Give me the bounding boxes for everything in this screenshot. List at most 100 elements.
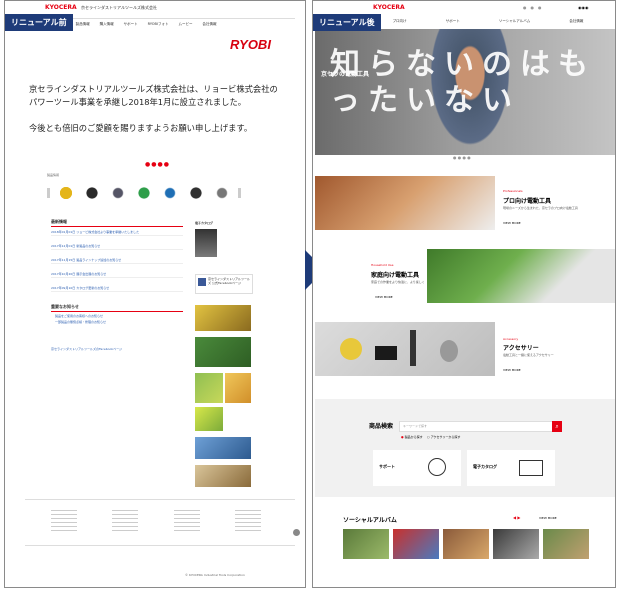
home-desc: 家庭での作業をより快適に、より楽しく: [371, 280, 425, 284]
news-item[interactable]: 2018年01月01日 リョービ株式会社より事業を承継いたしました: [51, 229, 183, 236]
radio-products[interactable]: ● 製品から探す: [401, 435, 423, 439]
product-image[interactable]: [134, 182, 154, 204]
facebook-icon: [198, 278, 206, 286]
before-company-name: 京セラインダストリアルツールズ株式会社: [81, 5, 157, 10]
news-title: 最新情報: [51, 219, 67, 224]
nav-item[interactable]: 会社情報: [569, 19, 583, 25]
nav-item[interactable]: サポート: [446, 19, 460, 25]
search-input[interactable]: キーワードで探す: [399, 421, 554, 432]
accessory-image[interactable]: [315, 322, 495, 376]
catalog-title: 電子カタログ: [473, 464, 497, 469]
banner-image[interactable]: [195, 337, 251, 367]
banner-image[interactable]: [195, 407, 223, 431]
before-ryobi-logo-area: RYOBI: [230, 34, 290, 52]
news-item[interactable]: 2017年10月20日 展示会出展のお知らせ: [51, 271, 183, 278]
nav-item[interactable]: ソーシャルアルバム: [499, 19, 530, 25]
product-image[interactable]: [212, 182, 232, 204]
catalog-card[interactable]: 電子カタログ: [467, 450, 555, 486]
banner-image[interactable]: [195, 465, 251, 487]
social-view-more[interactable]: VIEW MORE: [539, 516, 557, 520]
nav-item[interactable]: 製品情報: [76, 22, 90, 28]
radio-accessories[interactable]: ○ アクセサリーから探す: [427, 435, 460, 439]
before-kyocera-logo[interactable]: KYOCERA: [45, 4, 77, 11]
after-nav: プロ向け サポート ソーシャルアルバム 会社情報: [373, 19, 603, 25]
banner-image[interactable]: [225, 373, 251, 403]
support-card[interactable]: サポート: [373, 450, 461, 486]
pro-title: プロ向け電動工具: [503, 198, 552, 205]
support-icon: [428, 458, 446, 476]
before-section-label: 製品情報: [47, 173, 60, 177]
album-photo[interactable]: [393, 529, 439, 559]
facebook-link[interactable]: 京セラインダストリアルツールズのFacebookページ: [51, 347, 122, 351]
album-photo[interactable]: [493, 529, 539, 559]
nav-item[interactable]: プロ向け: [393, 19, 407, 25]
album-photo[interactable]: [443, 529, 489, 559]
after-tag: リニューアル後: [313, 14, 381, 31]
search-icon[interactable]: ⌕: [552, 421, 562, 432]
social-album-row: [343, 529, 613, 571]
hero-dots[interactable]: ● ● ● ●: [453, 155, 471, 160]
nav-item[interactable]: 購入情報: [100, 22, 114, 28]
accessory-view-more[interactable]: VIEW MORE: [503, 368, 521, 372]
news-item[interactable]: 2017年12月01日 新製品のお知らせ: [51, 243, 183, 250]
before-main-text2: 今後とも倍旧のご愛顧を賜りますようお願い申し上げます。: [29, 123, 253, 133]
accessory-desc: 電動工具と一緒に使えるアクセサリー: [503, 353, 554, 357]
product-image[interactable]: [56, 182, 76, 204]
hero-title: 京セラの電動工具: [321, 71, 370, 78]
pro-desc: 現場のニーズから生まれた、京セラのプロ向け電動工具: [503, 206, 578, 210]
after-kyocera-logo[interactable]: KYOCERA: [373, 4, 405, 11]
next-arrow-icon[interactable]: [238, 188, 241, 198]
news-item[interactable]: 2017年11月15日 製品ラインナップ追加のお知らせ: [51, 257, 183, 264]
before-footer-links: [51, 507, 261, 537]
catalog-image[interactable]: [195, 229, 217, 257]
nav-item[interactable]: RYOBIフォト: [148, 22, 169, 28]
banner-image[interactable]: [195, 305, 251, 331]
social-arrows[interactable]: ◀ ▶: [513, 515, 520, 520]
page-top-button[interactable]: [293, 529, 300, 536]
before-header: KYOCERA 京セラインダストリアルツールズ株式会社: [45, 4, 305, 14]
header-icons[interactable]: ● ● ●: [523, 5, 541, 11]
pro-image[interactable]: [315, 176, 495, 230]
home-image[interactable]: [427, 249, 615, 303]
album-photo[interactable]: [343, 529, 389, 559]
nav-item[interactable]: 会社情報: [202, 22, 216, 28]
before-tag: リニューアル前: [5, 14, 73, 31]
search-title: 商品検索: [369, 423, 394, 430]
product-image[interactable]: [82, 182, 102, 204]
prev-arrow-icon[interactable]: [47, 188, 50, 198]
before-copyright: © KYOCERA Industrial Tools Corporation: [185, 573, 245, 577]
hero-banner[interactable]: 知らないのはもったいない 京セラの電動工具: [315, 29, 615, 155]
home-title: 家庭向け電動工具: [371, 272, 420, 279]
album-photo[interactable]: [543, 529, 589, 559]
before-product-row: [47, 179, 262, 207]
pro-label: Professionals: [503, 189, 523, 193]
important-list: 製品をご使用のお客様へのお知らせ 一部製品の無償点検・修理のお知らせ: [55, 313, 183, 325]
catalog-icon: [519, 460, 543, 476]
after-header: KYOCERA ● ● ● ◉◉◉: [373, 4, 613, 14]
social-title: ソーシャルアルバム: [343, 517, 397, 524]
banner-image[interactable]: [195, 373, 223, 403]
fb-banner-text: 京セラインダストリアルツールズ 公式Facebookページ: [208, 277, 250, 285]
product-image[interactable]: [108, 182, 128, 204]
home-view-more[interactable]: VIEW MORE: [375, 295, 393, 299]
product-image[interactable]: [186, 182, 206, 204]
social-icons[interactable]: ◉◉◉: [578, 5, 588, 10]
before-nav: HOME製品情報購入情報サポートRYOBIフォトムービー会社情報: [55, 22, 295, 28]
ryobi-logo[interactable]: RYOBI: [230, 37, 271, 52]
pro-view-more[interactable]: VIEW MORE: [503, 221, 521, 225]
fb-banner[interactable]: 京セラインダストリアルツールズ 公式Facebookページ: [195, 274, 253, 294]
product-image[interactable]: [160, 182, 180, 204]
hero-catch: 知らないのはもったいない: [330, 47, 596, 118]
important-title: 重要なお知らせ: [51, 304, 79, 309]
news-list: 2018年01月01日 リョービ株式会社より事業を承継いたしました 2017年12…: [51, 229, 183, 299]
banner-image[interactable]: [195, 437, 251, 459]
important-item[interactable]: 一部製品の無償点検・修理のお知らせ: [55, 319, 183, 325]
accessory-label: Accessory: [503, 337, 519, 341]
after-panel: リニューアル後 KYOCERA ● ● ● ◉◉◉ プロ向け サポート ソーシャルア…: [312, 0, 616, 588]
nav-item[interactable]: サポート: [124, 22, 138, 28]
nav-item[interactable]: ムービー: [178, 22, 192, 28]
search-section: 商品検索 キーワードで探す ⌕ ● 製品から探す ○ アクセサリーから探す サポ…: [315, 399, 615, 497]
carousel-dots[interactable]: ●●●●: [145, 161, 170, 168]
support-title: サポート: [379, 464, 395, 469]
news-item[interactable]: 2017年09月10日 カタログ更新のお知らせ: [51, 285, 183, 292]
